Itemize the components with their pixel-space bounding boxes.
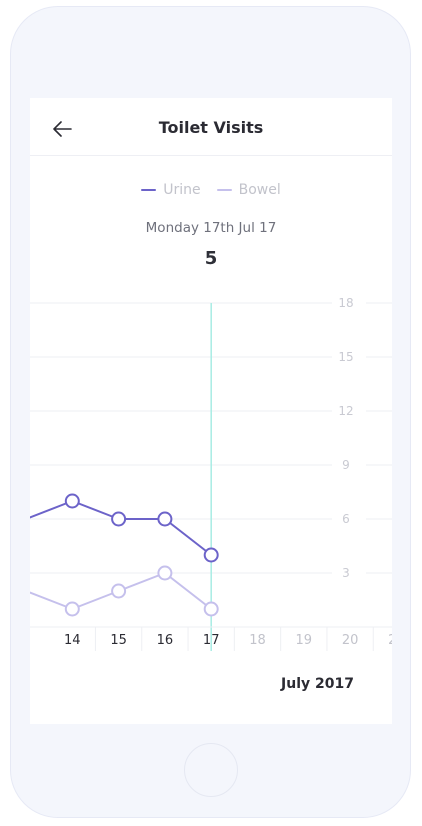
y-tick-label: 6 [342,512,350,526]
x-tick-label: 20 [342,633,359,648]
data-point-urine [203,547,219,563]
data-point-bowel [111,583,127,599]
data-point-urine [157,511,173,527]
data-point-urine [111,511,127,527]
x-tick-label: 21 [388,633,392,648]
x-tick-label: 14 [64,633,81,648]
x-tick-label: 19 [296,633,313,648]
x-tick-label: 16 [157,633,174,648]
data-point-bowel [157,565,173,581]
y-tick-label: 15 [338,350,353,364]
data-point-bowel [203,601,219,617]
app-screen: Toilet Visits Urine Bowel Monday 17th Ju… [30,98,392,724]
x-tick-label: 17 [203,633,220,648]
y-tick-label: 18 [338,296,353,310]
y-tick-label: 12 [338,404,353,418]
x-tick-label: 15 [110,633,127,648]
y-tick-label: 9 [342,458,350,472]
toilet-visits-chart[interactable]: 3 6 9 12 15 18 14 15 16 17 18 19 20 21 [30,98,392,724]
series-line-urine [30,500,212,556]
data-point-urine [64,493,80,509]
data-point-bowel [64,601,80,617]
y-tick-label: 3 [342,566,350,580]
month-label: July 2017 [281,676,354,692]
home-button[interactable] [184,743,238,797]
x-tick-label: 18 [249,633,266,648]
